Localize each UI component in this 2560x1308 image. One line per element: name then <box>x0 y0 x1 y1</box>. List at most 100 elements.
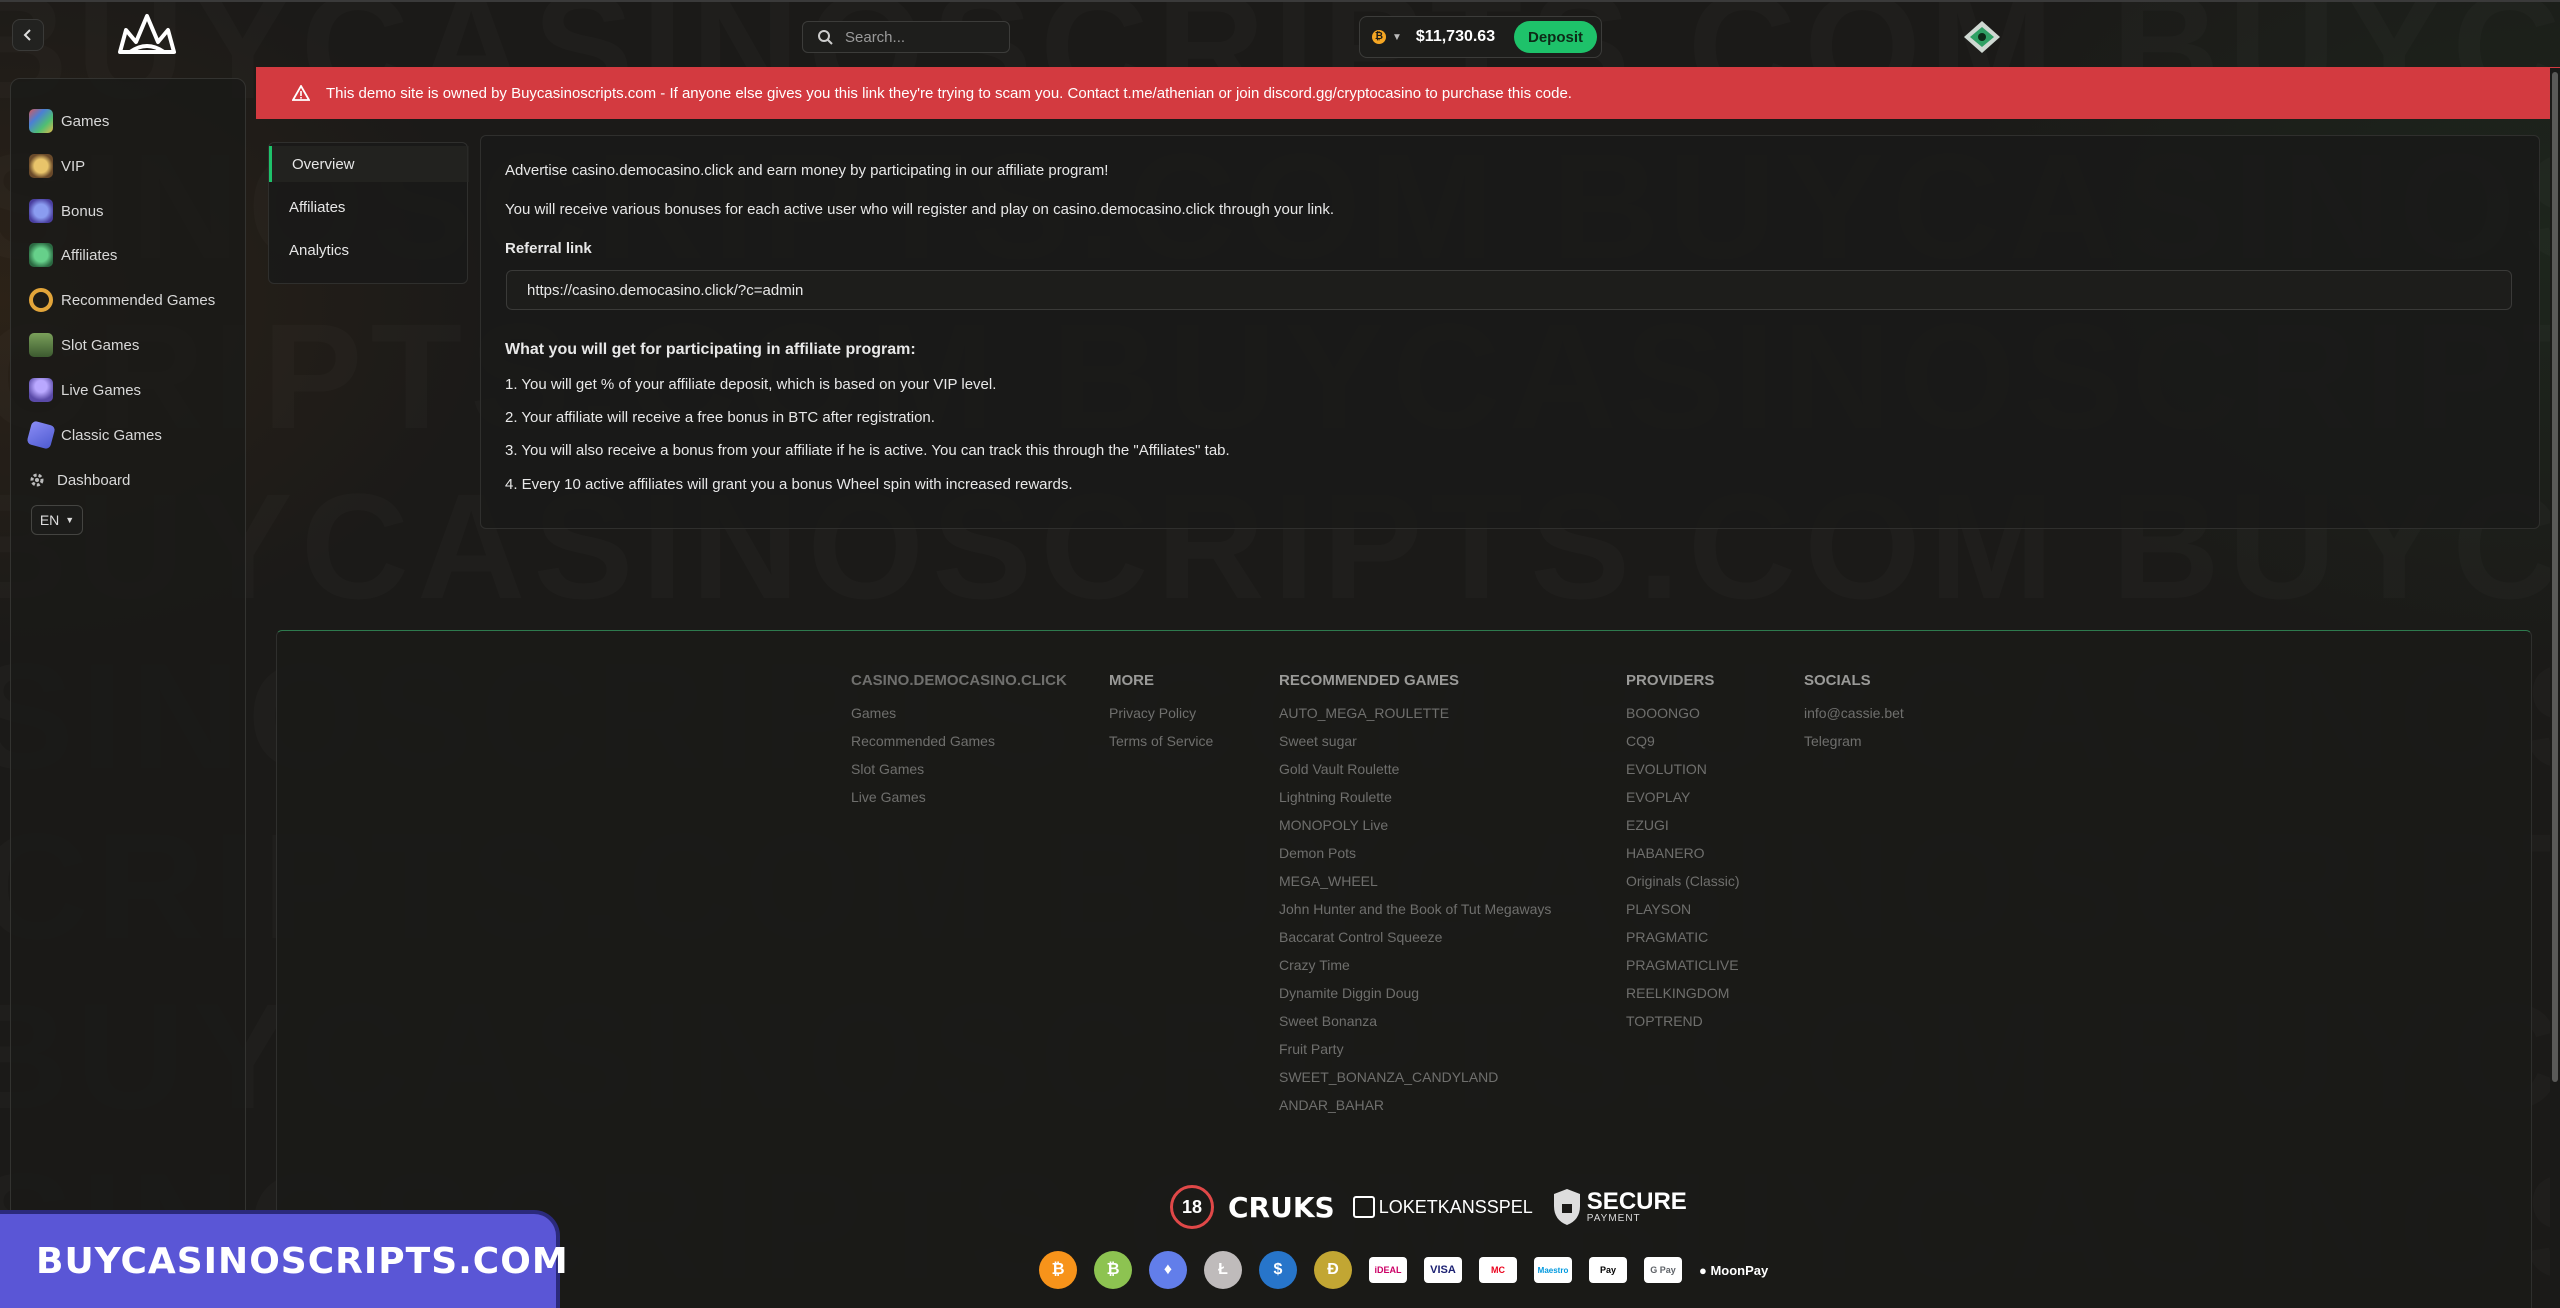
footer-link[interactable]: Games <box>851 704 1067 732</box>
footer-link[interactable]: info@cassie.bet <box>1804 704 1904 732</box>
footer-column-providers: PROVIDERS BOOONGO CQ9 EVOLUTION EVOPLAY … <box>1626 672 1740 1040</box>
footer-link[interactable]: Lightning Roulette <box>1279 788 1551 816</box>
footer-link[interactable]: EZUGI <box>1626 816 1740 844</box>
games-icon <box>29 109 53 133</box>
sidebar-item-dashboard[interactable]: Dashboard <box>29 465 130 495</box>
tab-analytics[interactable]: Analytics <box>269 232 469 268</box>
footer-link[interactable]: PRAGMATICLIVE <box>1626 956 1740 984</box>
footer-link[interactable]: BOOONGO <box>1626 704 1740 732</box>
bitcoin-cash-icon: ₿ <box>1094 1251 1132 1289</box>
sidebar-item-label: Live Games <box>61 381 142 399</box>
footer-link[interactable]: EVOPLAY <box>1626 788 1740 816</box>
crown-icon <box>29 154 53 178</box>
footer-link[interactable]: Telegram <box>1804 732 1904 760</box>
dice-icon <box>26 420 56 450</box>
benefit-item: 4. Every 10 active affiliates will grant… <box>505 476 1073 493</box>
footer-link[interactable]: Fruit Party <box>1279 1040 1551 1068</box>
footer-link[interactable]: REELKINGDOM <box>1626 984 1740 1012</box>
chevron-down-icon: ▼ <box>65 515 75 525</box>
footer-link[interactable]: ANDAR_BAHAR <box>1279 1096 1551 1124</box>
wallet-selector[interactable]: ₿ ▼ $11,730.63 Deposit <box>1359 16 1602 58</box>
google-pay-icon: G Pay <box>1644 1257 1682 1283</box>
search-input[interactable]: Search... <box>802 21 1010 53</box>
age-label: 18 <box>1181 1196 1203 1217</box>
footer-link[interactable]: PRAGMATIC <box>1626 928 1740 956</box>
footer-link[interactable]: Sweet Bonanza <box>1279 1012 1551 1040</box>
footer-link[interactable]: MONOPOLY Live <box>1279 816 1551 844</box>
secure-payment-badge: SECURE PAYMENT <box>1553 1188 1687 1226</box>
maestro-icon: Maestro <box>1534 1257 1572 1283</box>
avatar[interactable] <box>1963 20 2001 54</box>
footer-link[interactable]: HABANERO <box>1626 844 1740 872</box>
footer-link[interactable]: John Hunter and the Book of Tut Megaways <box>1279 900 1551 928</box>
footer-link[interactable]: PLAYSON <box>1626 900 1740 928</box>
tab-overview[interactable]: Overview <box>269 146 469 182</box>
secure-label: SECURE <box>1586 1188 1687 1215</box>
payment-methods: ₿ ₿ ♦ Ł $ Ð iDEAL VISA MC Maestro Pay G … <box>1039 1251 1768 1289</box>
footer-link[interactable]: Baccarat Control Squeeze <box>1279 928 1551 956</box>
tab-affiliates[interactable]: Affiliates <box>269 189 469 225</box>
alert-text: This demo site is owned by Buycasinoscri… <box>326 84 1572 102</box>
footer-link[interactable]: Crazy Time <box>1279 956 1551 984</box>
footer-link[interactable]: Originals (Classic) <box>1626 872 1740 900</box>
bitcoin-icon: ₿ <box>1039 1251 1077 1289</box>
footer-link[interactable]: SWEET_BONANZA_CANDYLAND <box>1279 1068 1551 1096</box>
slot-machine-icon <box>29 333 53 357</box>
intro-text-2: You will receive various bonuses for eac… <box>505 201 1335 218</box>
search-placeholder: Search... <box>845 28 906 46</box>
sidebar-item-affiliates[interactable]: Affiliates <box>29 240 117 270</box>
apple-pay-icon: Pay <box>1589 1257 1627 1283</box>
sidebar-item-label: VIP <box>61 157 86 175</box>
sidebar-item-live-games[interactable]: Live Games <box>29 375 141 405</box>
footer-link[interactable]: Gold Vault Roulette <box>1279 760 1551 788</box>
benefit-item: 3. You will also receive a bonus from yo… <box>505 442 1230 459</box>
footer-link[interactable]: Recommended Games <box>851 732 1067 760</box>
footer-link[interactable]: Sweet sugar <box>1279 732 1551 760</box>
scam-warning-banner: This demo site is owned by Buycasinoscri… <box>256 67 2560 119</box>
referral-label: Referral link <box>505 240 592 257</box>
footer-column-more: MORE Privacy Policy Terms of Service <box>1109 672 1213 760</box>
chevron-down-icon[interactable]: ▼ <box>1392 32 1402 43</box>
footer-link[interactable]: Live Games <box>851 788 1067 816</box>
footer-column-heading: MORE <box>1109 672 1154 689</box>
sidebar-item-label: Slot Games <box>61 336 140 354</box>
footer-link[interactable]: TOPTREND <box>1626 1012 1740 1040</box>
footer-link[interactable]: MEGA_WHEEL <box>1279 872 1551 900</box>
sidebar-item-vip[interactable]: VIP <box>29 151 85 181</box>
footer-link[interactable]: CQ9 <box>1626 732 1740 760</box>
promo-banner[interactable]: BUYCASINOSCRIPTS.COM <box>0 1210 568 1308</box>
visa-icon: VISA <box>1424 1257 1462 1283</box>
sidebar-item-bonus[interactable]: Bonus <box>29 196 104 226</box>
deposit-button[interactable]: Deposit <box>1513 21 1597 53</box>
footer-column-heading: SOCIALS <box>1804 672 1871 689</box>
scrollbar[interactable] <box>2550 68 2560 1308</box>
shield-lock-icon <box>1553 1189 1580 1225</box>
gift-icon <box>29 199 53 223</box>
footer-link[interactable]: Terms of Service <box>1109 732 1213 760</box>
secure-text: SECURE PAYMENT <box>1587 1190 1687 1224</box>
loket-kansspel-logo: LOKETKANSSPEL <box>1352 1196 1533 1218</box>
sidebar-item-slot-games[interactable]: Slot Games <box>29 330 139 360</box>
footer-link[interactable]: AUTO_MEGA_ROULETTE <box>1279 704 1551 732</box>
sidebar-item-recommended-games[interactable]: Recommended Games <box>29 285 215 315</box>
footer-column-heading: CASINO.DEMOCASINO.CLICK <box>851 672 1067 689</box>
footer-link[interactable]: Slot Games <box>851 760 1067 788</box>
litecoin-icon: Ł <box>1204 1251 1242 1289</box>
usdc-icon: $ <box>1259 1251 1297 1289</box>
sidebar-item-label: Bonus <box>61 202 104 220</box>
footer-link[interactable]: Demon Pots <box>1279 844 1551 872</box>
footer-link[interactable]: EVOLUTION <box>1626 760 1740 788</box>
sidebar-item-label: Games <box>61 112 110 130</box>
footer-link[interactable]: Dynamite Diggin Doug <box>1279 984 1551 1012</box>
footer-link[interactable]: Privacy Policy <box>1109 704 1213 732</box>
sidebar-item-games[interactable]: Games <box>29 106 109 136</box>
back-button[interactable] <box>12 19 44 51</box>
scrollbar-thumb[interactable] <box>2552 72 2558 1082</box>
sidebar-item-classic-games[interactable]: Classic Games <box>26 420 162 450</box>
payment-label: PAYMENT <box>1586 1213 1641 1224</box>
logo[interactable] <box>116 12 178 60</box>
language-selector[interactable]: EN ▼ <box>31 505 83 535</box>
referral-link-field[interactable] <box>506 270 2512 310</box>
balance-amount: $11,730.63 <box>1415 28 1496 45</box>
promo-text: BUYCASINOSCRIPTS.COM <box>36 1240 569 1282</box>
